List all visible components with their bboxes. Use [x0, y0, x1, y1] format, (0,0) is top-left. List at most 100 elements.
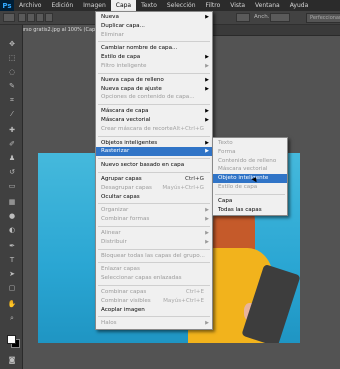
layer-menu-separator: [98, 203, 210, 205]
rasterize-menu-item-forma[interactable]: Forma: [213, 148, 287, 157]
zoom-icon[interactable]: ⌕: [7, 313, 17, 323]
layer-menu-item-agrupar-capas[interactable]: Agrupar capas Ctrl+G: [96, 175, 212, 184]
layer-menu-item-opciones-de-contenido-de-capa[interactable]: Opciones de contenido de capa...: [96, 93, 212, 102]
layer-menu-item-bloquear-todas-las-capas-del-grupo[interactable]: Bloquear todas las capas del grupo...: [96, 252, 212, 261]
width-field[interactable]: [270, 13, 290, 22]
healing-icon[interactable]: ✚: [7, 125, 17, 135]
subtract-selection-icon[interactable]: [36, 13, 44, 22]
layer-menu-item-combinar-capas[interactable]: Combinar capas Ctrl+E: [96, 288, 212, 297]
rasterize-menu-item-contenido-de-relleno[interactable]: Contenido de relleno: [213, 157, 287, 166]
tool-preset-icon[interactable]: [3, 13, 15, 22]
layer-menu-item-rasterizar[interactable]: Rasterizar ▶: [96, 147, 212, 157]
submenu-arrow-icon: ▶: [205, 54, 209, 61]
rasterize-menu-item-objeto-inteligente[interactable]: Objeto inteligente: [213, 174, 287, 183]
type-icon[interactable]: T: [7, 255, 17, 265]
dodge-icon[interactable]: ◐: [7, 225, 17, 235]
rasterize-menu-item-label: Contenido de relleno: [218, 157, 277, 164]
style-field[interactable]: [236, 13, 250, 22]
lasso-icon[interactable]: ◌: [7, 67, 17, 77]
layer-menu-item-acoplar-imagen[interactable]: Acoplar imagen: [96, 306, 212, 315]
menu-ventana[interactable]: Ventana: [250, 0, 285, 11]
layer-menu-item-label: Objetos inteligentes: [101, 139, 158, 146]
menu-seleccion[interactable]: Selección: [162, 0, 201, 11]
foreground-color-swatch[interactable]: [7, 335, 16, 344]
menu-ayuda[interactable]: Ayuda: [285, 0, 314, 11]
layer-menu-item-mascara-vectorial[interactable]: Máscara vectorial ▶: [96, 116, 212, 125]
layer-menu-item-organizar[interactable]: Organizar ▶: [96, 206, 212, 215]
rasterize-menu-item-mascara-vectorial[interactable]: Máscara vectorial: [213, 165, 287, 174]
layer-menu-item-objetos-inteligentes[interactable]: Objetos inteligentes ▶: [96, 139, 212, 148]
history-brush-icon[interactable]: ↺: [7, 167, 17, 177]
layer-menu-item-crear-mascara-de-recorte[interactable]: Crear máscara de recorte Alt+Ctrl+G: [96, 125, 212, 134]
menu-archivo[interactable]: Archivo: [14, 0, 46, 11]
eraser-icon[interactable]: ▭: [7, 181, 17, 191]
blur-icon[interactable]: ●: [7, 211, 17, 221]
layer-menu-item-desagrupar-capas[interactable]: Desagrupar capas Mayús+Ctrl+G: [96, 184, 212, 193]
layer-menu-item-eliminar[interactable]: Eliminar: [96, 31, 212, 40]
layer-menu-item-filtro-inteligente[interactable]: Filtro inteligente ▶: [96, 62, 212, 71]
layer-menu-item-combinar-visibles[interactable]: Combinar visibles Mayús+Ctrl+E: [96, 297, 212, 306]
layer-menu-item-duplicar-capa[interactable]: Duplicar capa...: [96, 22, 212, 31]
path-select-icon[interactable]: ➤: [7, 269, 17, 279]
add-selection-icon[interactable]: [27, 13, 35, 22]
move-icon[interactable]: ✥: [7, 39, 17, 49]
layer-menu-item-label: Desagrupar capas: [101, 184, 152, 191]
layer-menu-item-distribuir[interactable]: Distribuir ▶: [96, 238, 212, 247]
rasterize-menu-item-label: Máscara vectorial: [218, 166, 268, 173]
gradient-icon[interactable]: ▦: [7, 197, 17, 207]
layer-menu-item-label: Nueva: [101, 14, 119, 20]
layer-menu-item-nueva-capa-de-relleno[interactable]: Nueva capa de relleno ▶: [96, 76, 212, 85]
intersect-selection-icon[interactable]: [45, 13, 53, 22]
new-selection-icon[interactable]: [18, 13, 26, 22]
crop-icon[interactable]: ⌗: [7, 95, 17, 105]
layer-menu-separator: [98, 171, 210, 173]
marquee-icon[interactable]: ⬚: [7, 53, 17, 63]
pen-icon[interactable]: ✒: [7, 241, 17, 251]
menu-edicion[interactable]: Edición: [46, 0, 78, 11]
layer-menu-item-label: Organizar: [101, 207, 129, 214]
stamp-icon[interactable]: ♟: [7, 153, 17, 163]
layer-menu-item-label: Duplicar capa...: [101, 22, 145, 29]
layer-menu-item-mascara-de-capa[interactable]: Máscara de capa ▶: [96, 107, 212, 116]
quick-mask-icon[interactable]: ◙: [7, 355, 17, 365]
rasterize-menu-item-capa[interactable]: Capa: [213, 197, 287, 206]
layer-menu-item-nueva[interactable]: Nueva ▶: [96, 13, 212, 22]
brush-icon[interactable]: ✐: [7, 139, 17, 149]
width-label: Anch.:: [254, 14, 272, 20]
rasterize-menu-item-estilo-de-capa[interactable]: Estilo de capa: [213, 183, 287, 192]
layer-menu-item-combinar-formas[interactable]: Combinar formas ▶: [96, 215, 212, 224]
layer-menu-item-cambiar-nombre-de-capa[interactable]: Cambiar nombre de capa...: [96, 44, 212, 53]
layer-menu-separator: [98, 135, 210, 137]
layer-menu-item-label: Bloquear todas las capas del grupo...: [101, 252, 205, 259]
rasterize-menu-item-todas-las-capas[interactable]: Todas las capas: [213, 206, 287, 215]
layer-menu-item-enlazar-capas[interactable]: Enlazar capas: [96, 265, 212, 274]
menu-capa[interactable]: Capa: [110, 0, 137, 11]
menu-texto[interactable]: Texto: [136, 0, 162, 11]
layer-menu-item-seleccionar-capas-enlazadas[interactable]: Seleccionar capas enlazadas: [96, 274, 212, 283]
menu-filtro[interactable]: Filtro: [201, 0, 226, 11]
layer-menu-separator: [98, 284, 210, 286]
rasterize-menu-item-label: Texto: [218, 140, 233, 146]
toolbar: ✥ ⬚ ◌ ✎ ⌗ ⁄ ✚ ✐ ♟ ↺ ▭ ▦ ● ◐ ✒ T ➤ ▢ ✋ ⌕ …: [0, 25, 23, 369]
layer-menu-item-label: Ocultar capas: [101, 193, 140, 200]
submenu-arrow-icon: ▶: [205, 229, 209, 236]
eyedropper-icon[interactable]: ⁄: [7, 109, 17, 119]
layer-menu-item-label: Nueva capa de relleno: [101, 76, 164, 83]
layer-menu-item-label: Combinar formas: [101, 216, 150, 223]
rasterize-menu-separator: [215, 193, 285, 195]
rasterize-menu-item-texto[interactable]: Texto: [213, 139, 287, 148]
layer-menu-item-estilo-de-capa[interactable]: Estilo de capa ▶: [96, 53, 212, 62]
quick-select-icon[interactable]: ✎: [7, 81, 17, 91]
menu-vista[interactable]: Vista: [225, 0, 250, 11]
layer-menu-item-nuevo-sector-basado-en-capa[interactable]: Nuevo sector basado en capa: [96, 161, 212, 170]
menu-imagen[interactable]: Imagen: [78, 0, 111, 11]
layer-menu-item-halos[interactable]: Halos ▶: [96, 319, 212, 328]
layer-menu-item-alinear[interactable]: Alinear ▶: [96, 229, 212, 238]
hand-icon[interactable]: ✋: [7, 299, 17, 309]
layer-menu-item-ocultar-capas[interactable]: Ocultar capas: [96, 193, 212, 202]
layer-menu-item-nueva-capa-de-ajuste[interactable]: Nueva capa de ajuste ▶: [96, 85, 212, 94]
layer-menu-item-label: Nueva capa de ajuste: [101, 85, 162, 92]
submenu-arrow-icon: ▶: [205, 14, 209, 20]
shape-icon[interactable]: ▢: [7, 283, 17, 293]
refine-edge-button[interactable]: Perfeccionar: [306, 13, 340, 23]
